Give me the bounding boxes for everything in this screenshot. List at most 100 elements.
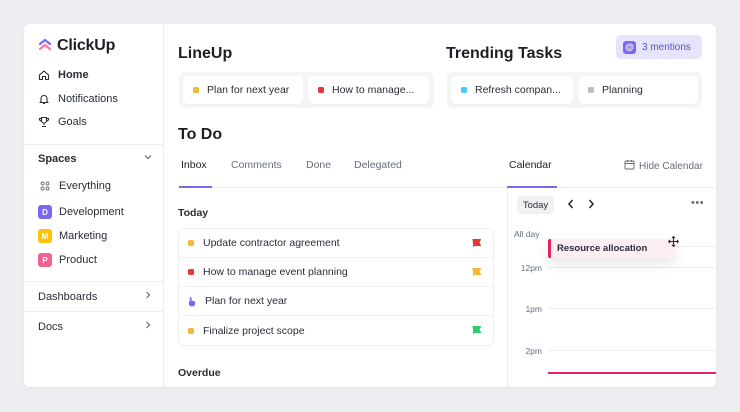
- lineup-strip: Plan for next year How to manage...: [179, 72, 434, 108]
- more-options-icon[interactable]: •••: [691, 197, 704, 209]
- at-icon: @: [623, 40, 636, 54]
- trending-item-label: Planning: [602, 84, 643, 96]
- task-label: Finalize project scope: [203, 324, 305, 337]
- calendar-panel: [507, 188, 716, 387]
- space-avatar: M: [38, 229, 52, 243]
- trending-item[interactable]: Planning: [578, 76, 698, 104]
- chevron-left-icon[interactable]: [566, 198, 576, 213]
- hide-calendar-label: Hide Calendar: [639, 160, 703, 172]
- dashboards-label: Dashboards: [38, 290, 98, 303]
- chevron-right-icon[interactable]: [586, 198, 596, 213]
- tab-calendar[interactable]: Calendar: [509, 159, 552, 171]
- sidebar-docs[interactable]: Docs: [38, 320, 153, 333]
- time-label: 2pm: [525, 346, 542, 356]
- tab-active-indicator: [179, 186, 212, 188]
- today-label: Today: [178, 207, 209, 219]
- task-row[interactable]: Plan for next year: [179, 287, 493, 316]
- task-row[interactable]: Finalize project scope: [179, 316, 493, 345]
- mentions-button[interactable]: @ 3 mentions: [616, 35, 702, 59]
- trending-item-label: Refresh compan...: [475, 84, 561, 96]
- space-avatar: D: [38, 205, 52, 219]
- space-marketing[interactable]: M Marketing: [38, 229, 107, 243]
- task-label: How to manage event planning: [203, 266, 348, 278]
- hour-line: [548, 350, 716, 351]
- sidebar: ClickUp Home Notifications Goals Spaces: [24, 24, 164, 387]
- all-day-label: All day: [514, 229, 540, 239]
- grid-icon: [38, 181, 52, 191]
- calendar-event[interactable]: Resource allocation: [548, 239, 675, 258]
- lineup-item-label: How to manage...: [332, 84, 415, 96]
- bell-icon: [38, 93, 50, 105]
- hour-line: [548, 267, 716, 268]
- space-avatar: P: [38, 253, 52, 267]
- event-label: Resource allocation: [557, 243, 648, 254]
- app-window: ClickUp Home Notifications Goals Spaces: [24, 24, 716, 387]
- tab-comments[interactable]: Comments: [231, 159, 282, 171]
- todo-title: To Do: [178, 126, 223, 143]
- space-everything-label: Everything: [59, 180, 111, 192]
- tab-inbox[interactable]: Inbox: [181, 159, 207, 171]
- mentions-label: 3 mentions: [642, 41, 691, 53]
- hide-calendar-button[interactable]: Hide Calendar: [624, 159, 703, 173]
- tab-delegated[interactable]: Delegated: [354, 159, 402, 171]
- nav-home-label: Home: [58, 69, 89, 81]
- task-row[interactable]: Update contractor agreement: [179, 229, 493, 258]
- spaces-header[interactable]: Spaces: [38, 152, 153, 165]
- lineup-item[interactable]: Plan for next year: [183, 76, 303, 104]
- chevron-right-icon: [143, 320, 153, 333]
- clickup-logo[interactable]: ClickUp: [38, 37, 115, 55]
- chevron-right-icon: [143, 290, 153, 303]
- clickup-logo-icon: [38, 38, 52, 51]
- today-button[interactable]: Today: [517, 196, 554, 214]
- space-development[interactable]: D Development: [38, 205, 124, 219]
- current-time-line: [548, 372, 716, 374]
- status-square: [188, 327, 194, 334]
- space-everything[interactable]: Everything: [38, 180, 111, 192]
- task-row[interactable]: How to manage event planning: [179, 258, 493, 287]
- task-label: Update contractor agreement: [203, 237, 340, 249]
- priority-flag-icon[interactable]: [472, 239, 481, 247]
- sidebar-divider: [24, 311, 164, 312]
- status-square: [193, 87, 199, 93]
- status-square: [588, 87, 594, 93]
- sidebar-divider: [24, 281, 164, 282]
- app-name: ClickUp: [57, 37, 116, 54]
- status-square: [318, 87, 324, 93]
- lineup-item[interactable]: How to manage...: [308, 76, 429, 104]
- nav-notifications[interactable]: Notifications: [38, 93, 118, 105]
- overdue-label: Overdue: [178, 367, 221, 379]
- task-label: Plan for next year: [205, 295, 288, 307]
- time-label: 12pm: [520, 263, 542, 273]
- time-label: 1pm: [525, 304, 542, 314]
- trending-strip: Refresh compan... Planning: [447, 72, 702, 108]
- cursor-hand-icon: [188, 296, 196, 307]
- spaces-label: Spaces: [38, 152, 77, 165]
- status-square: [461, 87, 467, 93]
- move-cursor-icon: [668, 234, 679, 252]
- space-development-label: Development: [59, 206, 124, 218]
- calendar-icon: [624, 159, 635, 173]
- sidebar-divider: [24, 144, 164, 145]
- chevron-down-icon[interactable]: [143, 152, 153, 165]
- lineup-item-label: Plan for next year: [207, 84, 290, 96]
- priority-flag-icon[interactable]: [472, 268, 481, 276]
- status-square: [188, 269, 194, 275]
- nav-goals[interactable]: Goals: [38, 116, 87, 128]
- space-product[interactable]: P Product: [38, 253, 97, 267]
- task-list: Update contractor agreement How to manag…: [179, 229, 493, 345]
- nav-notifications-label: Notifications: [58, 93, 118, 105]
- tab-done[interactable]: Done: [306, 159, 331, 171]
- docs-label: Docs: [38, 320, 64, 333]
- priority-flag-icon[interactable]: [472, 326, 481, 334]
- home-icon: [38, 69, 50, 81]
- nav-goals-label: Goals: [58, 116, 87, 128]
- sidebar-dashboards[interactable]: Dashboards: [38, 290, 153, 303]
- trending-item[interactable]: Refresh compan...: [451, 76, 573, 104]
- lineup-title: LineUp: [178, 45, 233, 62]
- nav-home[interactable]: Home: [38, 69, 89, 81]
- space-product-label: Product: [59, 254, 97, 266]
- space-marketing-label: Marketing: [59, 230, 108, 242]
- trending-title: Trending Tasks: [446, 45, 563, 62]
- hour-line: [548, 308, 716, 309]
- status-square: [188, 240, 194, 246]
